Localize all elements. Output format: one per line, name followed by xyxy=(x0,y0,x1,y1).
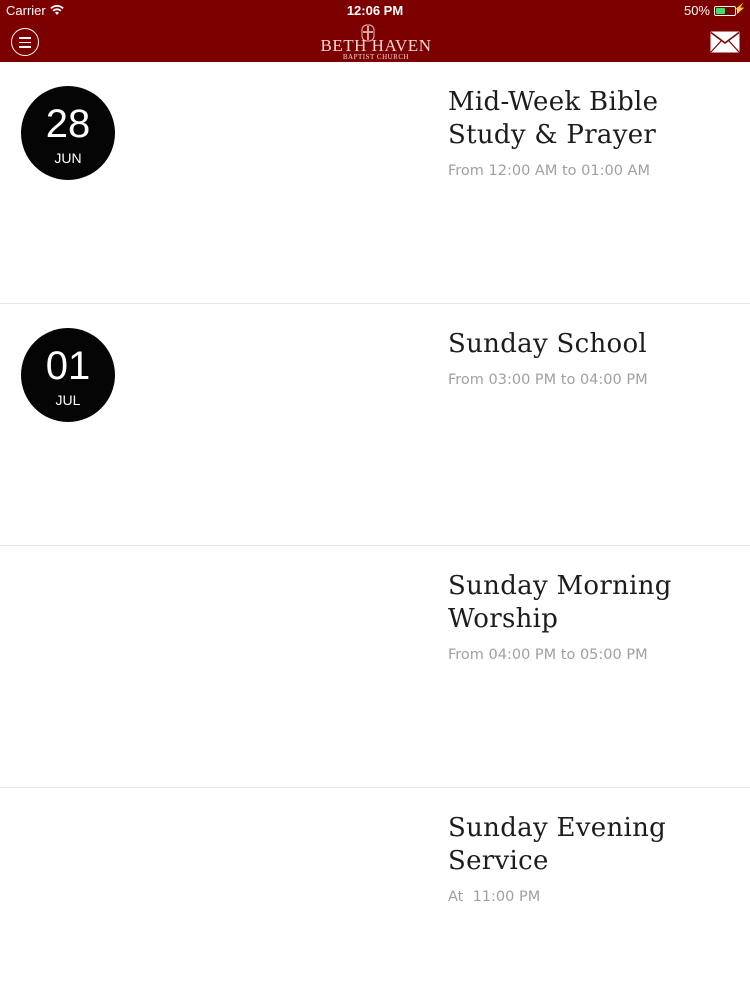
battery-percentage: 50% xyxy=(683,3,710,18)
date-badge: 28 JUN xyxy=(21,86,115,180)
battery-level xyxy=(716,8,725,14)
logo-subtitle: BAPTIST CHURCH xyxy=(342,53,410,61)
event-row[interactable]: Sunday Evening Service At 11:00 PM xyxy=(0,788,750,998)
church-logo: BETH HAVEN BAPTIST CHURCH xyxy=(320,24,432,61)
status-bar: Carrier 12:06 PM 50% ⚡ xyxy=(0,0,750,22)
menu-button[interactable] xyxy=(11,28,39,56)
event-time: From 04:00 PM to 05:00 PM xyxy=(448,647,648,663)
event-title: Sunday School xyxy=(448,329,648,359)
event-month: JUN xyxy=(54,150,82,166)
event-day: 01 xyxy=(45,344,91,388)
event-time: From 03:00 PM to 04:00 PM xyxy=(448,372,648,388)
event-row[interactable]: 01 JUL Sunday School From 03:00 PM to 04… xyxy=(0,304,750,546)
event-title: Mid-Week Bible Study & Prayer xyxy=(448,87,659,150)
charging-icon: ⚡ xyxy=(733,4,746,15)
event-title: Sunday Morning Worship xyxy=(448,571,672,634)
event-day: 28 xyxy=(45,102,91,146)
event-time: From 12:00 AM to 01:00 AM xyxy=(448,163,650,179)
event-month: JUL xyxy=(55,392,81,408)
navigation-bar: Carrier 12:06 PM 50% ⚡ BETH HAVEN BAPTIS… xyxy=(0,0,750,62)
event-row[interactable]: 28 JUN Mid-Week Bible Study & Prayer Fro… xyxy=(0,62,750,304)
event-time: At 11:00 PM xyxy=(448,889,541,905)
mail-icon[interactable] xyxy=(710,31,740,53)
event-row[interactable]: Sunday Morning Worship From 04:00 PM to … xyxy=(0,546,750,788)
date-badge: 01 JUL xyxy=(21,328,115,422)
events-list: 28 JUN Mid-Week Bible Study & Prayer Fro… xyxy=(0,62,750,998)
event-title: Sunday Evening Service xyxy=(448,813,667,876)
clock: 12:06 PM xyxy=(346,3,404,18)
